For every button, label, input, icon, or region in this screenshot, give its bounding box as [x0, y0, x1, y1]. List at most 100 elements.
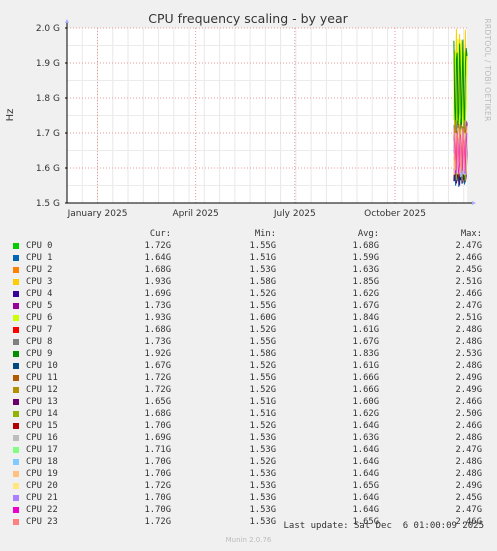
legend-cur-value: 1.72G	[144, 517, 171, 527]
legend-series-name: CPU 0	[26, 241, 53, 251]
legend-swatch	[13, 459, 19, 465]
legend-row: CPU 13 1.65G 1.51G 1.60G 2.46G	[0, 396, 497, 408]
y-axis-arrow	[65, 19, 69, 23]
legend-series-name: CPU 16	[26, 433, 58, 443]
legend-cur-value: 1.72G	[144, 373, 171, 383]
y-tick-label: 1.7 G	[36, 129, 60, 139]
legend-series-name: CPU 22	[26, 505, 58, 515]
legend-cur-value: 1.70G	[144, 493, 171, 503]
legend-cur-value: 1.70G	[144, 469, 171, 479]
legend-swatch	[13, 399, 19, 405]
legend-avg-value: 1.61G	[352, 325, 379, 335]
legend-cur-value: 1.69G	[144, 433, 171, 443]
legend-swatch	[13, 435, 19, 441]
legend-max-value: 2.45G	[455, 265, 482, 275]
chart-title: CPU frequency scaling - by year	[148, 11, 348, 26]
legend-series-name: CPU 18	[26, 457, 58, 467]
x-tick-label: July 2025	[273, 209, 316, 219]
legend-avg-value: 1.61G	[352, 361, 379, 371]
legend-swatch	[13, 267, 19, 273]
legend-cur-value: 1.72G	[144, 241, 171, 251]
y-tick-label: 2.0 G	[36, 24, 60, 34]
legend-cur-value: 1.70G	[144, 421, 171, 431]
legend-min-value: 1.52G	[249, 289, 276, 299]
legend-row: CPU 5 1.73G 1.55G 1.67G 2.47G	[0, 300, 497, 312]
legend-series-name: CPU 17	[26, 445, 58, 455]
legend-row: CPU 20 1.72G 1.53G 1.65G 2.49G	[0, 480, 497, 492]
legend-swatch	[13, 255, 19, 261]
legend-series-name: CPU 20	[26, 481, 58, 491]
legend-avg-value: 1.64G	[352, 421, 379, 431]
legend-avg-value: 1.67G	[352, 301, 379, 311]
legend-avg-value: 1.59G	[352, 253, 379, 263]
legend-swatch	[13, 507, 19, 513]
legend-row: CPU 4 1.69G 1.52G 1.62G 2.46G	[0, 288, 497, 300]
legend-max-value: 2.51G	[455, 313, 482, 323]
legend-series-name: CPU 7	[26, 325, 53, 335]
legend-swatch	[13, 375, 19, 381]
legend-min-value: 1.53G	[249, 505, 276, 515]
legend-max-value: 2.48G	[455, 469, 482, 479]
legend-cur-value: 1.67G	[144, 361, 171, 371]
legend-max-value: 2.45G	[455, 493, 482, 503]
legend-min-value: 1.55G	[249, 337, 276, 347]
legend-row: CPU 9 1.92G 1.58G 1.83G 2.53G	[0, 348, 497, 360]
legend-min-value: 1.53G	[249, 445, 276, 455]
legend-swatch	[13, 483, 19, 489]
legend-row: CPU 16 1.69G 1.53G 1.63G 2.48G	[0, 432, 497, 444]
y-tick-label: 1.5 G	[36, 199, 60, 209]
legend-series-name: CPU 12	[26, 385, 58, 395]
legend-cur-value: 1.69G	[144, 289, 171, 299]
legend-row: CPU 0 1.72G 1.55G 1.68G 2.47G	[0, 240, 497, 252]
legend-row: CPU 1 1.64G 1.51G 1.59G 2.46G	[0, 252, 497, 264]
legend-min-value: 1.53G	[249, 433, 276, 443]
y-tick-label: 1.8 G	[36, 94, 60, 104]
legend-avg-value: 1.84G	[352, 313, 379, 323]
legend-swatch	[13, 315, 19, 321]
legend-series-name: CPU 2	[26, 265, 53, 275]
legend-min-value: 1.58G	[249, 277, 276, 287]
legend-swatch	[13, 519, 19, 525]
legend-cur-value: 1.70G	[144, 505, 171, 515]
legend-swatch	[13, 363, 19, 369]
legend-row: CPU 8 1.73G 1.55G 1.67G 2.48G	[0, 336, 497, 348]
legend-avg-value: 1.65G	[352, 481, 379, 491]
legend-series-name: CPU 14	[26, 409, 58, 419]
legend-series-name: CPU 13	[26, 397, 58, 407]
legend-max-value: 2.47G	[455, 505, 482, 515]
legend-min-value: 1.53G	[249, 265, 276, 275]
legend-header-cur: Cur:	[149, 229, 171, 239]
legend-cur-value: 1.68G	[144, 325, 171, 335]
legend-cur-value: 1.93G	[144, 277, 171, 287]
legend-series-name: CPU 21	[26, 493, 58, 503]
rrdtool-credit: RRDTOOL / TOBI OETIKER	[483, 18, 492, 121]
legend-row: CPU 15 1.70G 1.52G 1.64G 2.46G	[0, 420, 497, 432]
cpu-frequency-chart: CPU frequency scaling - by year Hz RRDTO…	[5, 11, 492, 219]
legend-min-value: 1.51G	[249, 397, 276, 407]
legend-avg-value: 1.62G	[352, 409, 379, 419]
legend-cur-value: 1.65G	[144, 397, 171, 407]
legend-series-name: CPU 15	[26, 421, 58, 431]
legend-avg-value: 1.63G	[352, 265, 379, 275]
legend-series-name: CPU 4	[26, 289, 53, 299]
y-tick-labels: 2.0 G 1.9 G 1.8 G 1.7 G 1.6 G 1.5 G	[36, 24, 60, 209]
legend-max-value: 2.46G	[455, 397, 482, 407]
legend-min-value: 1.55G	[249, 301, 276, 311]
legend-min-value: 1.51G	[249, 409, 276, 419]
legend-cur-value: 1.64G	[144, 253, 171, 263]
legend-min-value: 1.51G	[249, 253, 276, 263]
legend-max-value: 2.47G	[455, 301, 482, 311]
legend-max-value: 2.53G	[455, 349, 482, 359]
legend-avg-value: 1.60G	[352, 397, 379, 407]
x-tick-label: April 2025	[172, 209, 218, 219]
legend-cur-value: 1.68G	[144, 409, 171, 419]
legend-cur-value: 1.70G	[144, 457, 171, 467]
legend-swatch	[13, 351, 19, 357]
legend-series-name: CPU 11	[26, 373, 58, 383]
legend-max-value: 2.51G	[455, 277, 482, 287]
y-axis-label: Hz	[5, 109, 16, 122]
legend-swatch	[13, 471, 19, 477]
legend-min-value: 1.53G	[249, 493, 276, 503]
legend-max-value: 2.48G	[455, 337, 482, 347]
legend-min-value: 1.55G	[249, 373, 276, 383]
